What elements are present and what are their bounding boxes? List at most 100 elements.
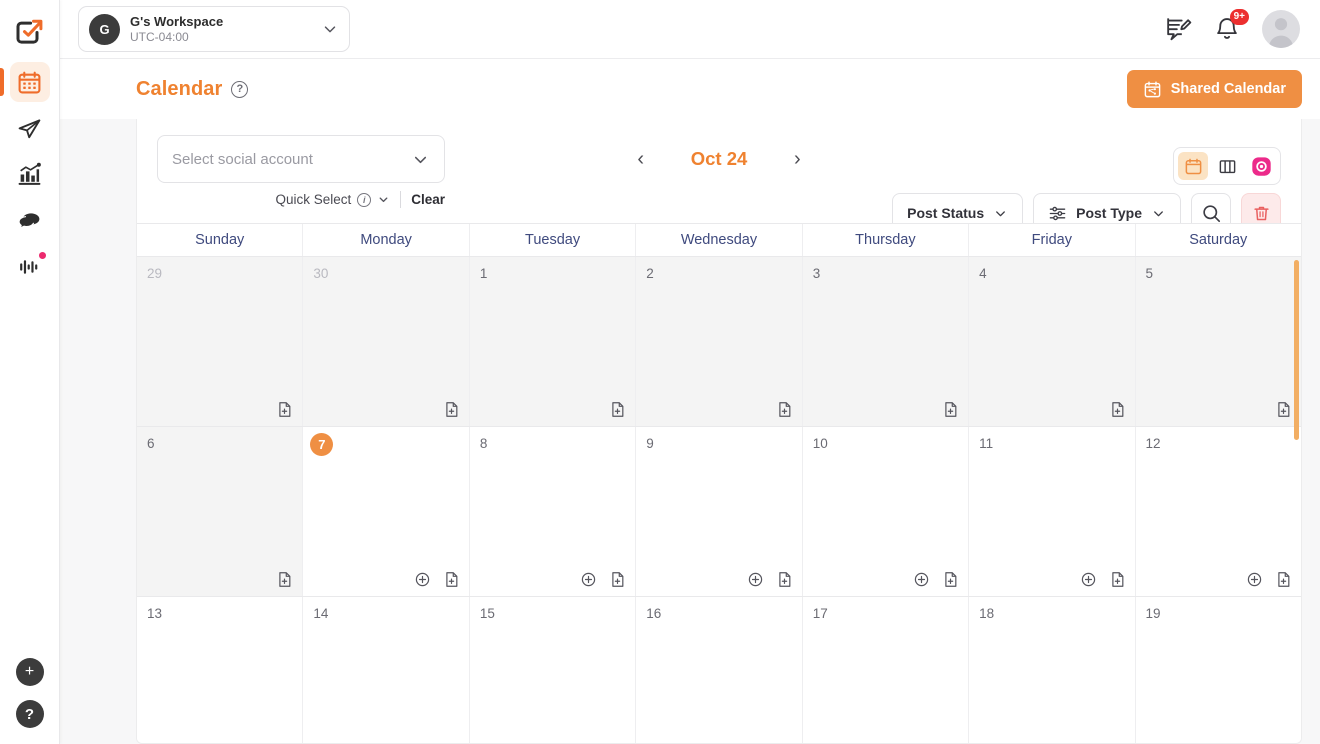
add-note-button[interactable] <box>942 571 959 588</box>
document-plus-icon <box>612 402 624 417</box>
add-post-button[interactable] <box>1080 571 1097 588</box>
add-post-button[interactable] <box>747 571 764 588</box>
day-number: 10 <box>812 436 828 451</box>
app-logo[interactable] <box>10 14 50 48</box>
add-note-button[interactable] <box>276 571 293 588</box>
month-label[interactable]: Oct 24 <box>680 148 758 170</box>
calendar-day-cell[interactable]: 5 <box>1135 257 1301 426</box>
quick-select-button[interactable]: Quick Select i <box>275 192 390 207</box>
checkbox-arrow-logo-icon <box>16 19 43 44</box>
sidebar-bottom-actions: + ? <box>15 658 44 728</box>
calendar-day-cell[interactable]: 7 <box>303 427 470 596</box>
add-note-button[interactable] <box>609 401 626 418</box>
calendar-scrollbar-thumb[interactable] <box>1294 260 1299 440</box>
info-icon[interactable]: i <box>357 192 372 207</box>
calendar-day-cell[interactable]: 11 <box>969 427 1136 596</box>
day-number: 9 <box>646 436 654 451</box>
weekday-header-tuesday: Tuesday <box>470 224 637 256</box>
view-columns-button[interactable] <box>1212 152 1242 180</box>
calendar-day-cell[interactable]: 10 <box>802 427 970 596</box>
workspace-selector[interactable]: G G's Workspace UTC-04:00 <box>78 6 350 52</box>
add-note-button[interactable] <box>776 571 793 588</box>
calendar-day-cell[interactable]: 15 <box>469 597 637 743</box>
day-number: 30 <box>313 266 329 281</box>
plus-circle-icon <box>1081 572 1095 587</box>
calendar-week-row: 13 14 15 16 17 18 19 <box>137 597 1301 743</box>
add-post-button[interactable] <box>913 571 930 588</box>
add-note-button[interactable] <box>1275 401 1292 418</box>
sidebar-item-analytics[interactable] <box>10 154 50 194</box>
chevron-down-icon <box>379 197 388 203</box>
add-note-button[interactable] <box>443 571 460 588</box>
calendar-day-cell[interactable]: 14 <box>303 597 470 743</box>
calendar-day-cell[interactable]: 3 <box>802 257 970 426</box>
document-plus-icon <box>1278 572 1290 587</box>
calendar-day-cell[interactable]: 9 <box>636 427 803 596</box>
calendar-day-cell[interactable]: 13 <box>137 597 304 743</box>
social-account-placeholder: Select social account <box>172 150 313 168</box>
calendar-day-cell[interactable]: 17 <box>802 597 970 743</box>
calendar-day-cell[interactable]: 30 <box>303 257 470 426</box>
prev-month-button[interactable]: ‹ <box>631 147 650 171</box>
calendar-day-cell[interactable]: 16 <box>636 597 803 743</box>
view-toggle-group <box>1173 147 1281 185</box>
add-note-button[interactable] <box>1275 571 1292 588</box>
document-plus-icon <box>778 572 791 587</box>
calendar-day-cell[interactable]: 1 <box>469 257 637 426</box>
weekday-header-friday: Friday <box>969 224 1136 256</box>
add-post-button[interactable] <box>1246 571 1263 588</box>
add-note-button[interactable] <box>1109 401 1126 418</box>
calendar-day-cell[interactable]: 2 <box>636 257 803 426</box>
calendar-day-cell[interactable]: 6 <box>137 427 304 596</box>
user-avatar[interactable] <box>1262 10 1300 48</box>
cell-actions <box>747 571 793 588</box>
add-note-button[interactable] <box>443 401 460 418</box>
document-plus-icon <box>945 572 957 587</box>
document-plus-icon <box>279 572 291 587</box>
page-header: Calendar ? Shared Calendar <box>60 59 1320 119</box>
post-status-label: Post Status <box>907 205 985 221</box>
top-bar-actions: 9+ <box>1166 9 1300 48</box>
add-note-button[interactable] <box>776 401 793 418</box>
add-note-button[interactable] <box>1109 571 1126 588</box>
calendar-day-cell[interactable]: 4 <box>969 257 1136 426</box>
workspace-text: G's Workspace UTC-04:00 <box>130 14 311 45</box>
chevron-down-icon <box>414 156 427 163</box>
next-month-button[interactable]: › <box>788 147 807 171</box>
document-plus-icon <box>945 402 957 417</box>
calendar-day-cell[interactable]: 12 <box>1135 427 1301 596</box>
add-button[interactable]: + <box>15 658 44 686</box>
add-post-button[interactable] <box>580 571 597 588</box>
calendar-day-cell[interactable]: 18 <box>969 597 1136 743</box>
calendar-day-cell[interactable]: 19 <box>1135 597 1301 743</box>
shared-calendar-button[interactable]: Shared Calendar <box>1126 70 1302 108</box>
sidebar-item-calendar[interactable] <box>0 62 50 102</box>
weekday-header-wednesday: Wednesday <box>636 224 803 256</box>
add-note-button[interactable] <box>609 571 626 588</box>
clear-button[interactable]: Clear <box>411 192 445 207</box>
view-calendar-button[interactable] <box>1178 152 1208 180</box>
calendar-day-cell[interactable]: 8 <box>469 427 637 596</box>
notifications-button[interactable]: 9+ <box>1214 9 1249 42</box>
sidebar-item-engage[interactable] <box>10 200 50 240</box>
calendar-day-cell[interactable]: 29 <box>137 257 304 426</box>
compose-button[interactable] <box>1166 16 1192 42</box>
document-plus-icon <box>1111 402 1123 417</box>
sidebar: + ? <box>0 0 60 744</box>
add-post-button[interactable] <box>414 571 431 588</box>
social-account-select[interactable]: Select social account <box>157 135 445 183</box>
cell-actions <box>1109 401 1126 418</box>
calendar-scrollbar[interactable] <box>1292 257 1301 743</box>
sidebar-item-listening[interactable] <box>10 246 50 286</box>
help-button[interactable]: ? <box>15 700 44 728</box>
add-note-button[interactable] <box>276 401 293 418</box>
page-help-icon[interactable]: ? <box>231 80 249 98</box>
sidebar-item-publish[interactable] <box>10 108 50 148</box>
day-number: 14 <box>313 606 329 621</box>
day-number: 16 <box>646 606 662 621</box>
cell-actions <box>443 401 460 418</box>
user-avatar-icon <box>1268 18 1294 48</box>
view-instagram-button[interactable] <box>1246 152 1276 180</box>
add-note-button[interactable] <box>942 401 959 418</box>
trash-icon <box>1253 206 1269 220</box>
